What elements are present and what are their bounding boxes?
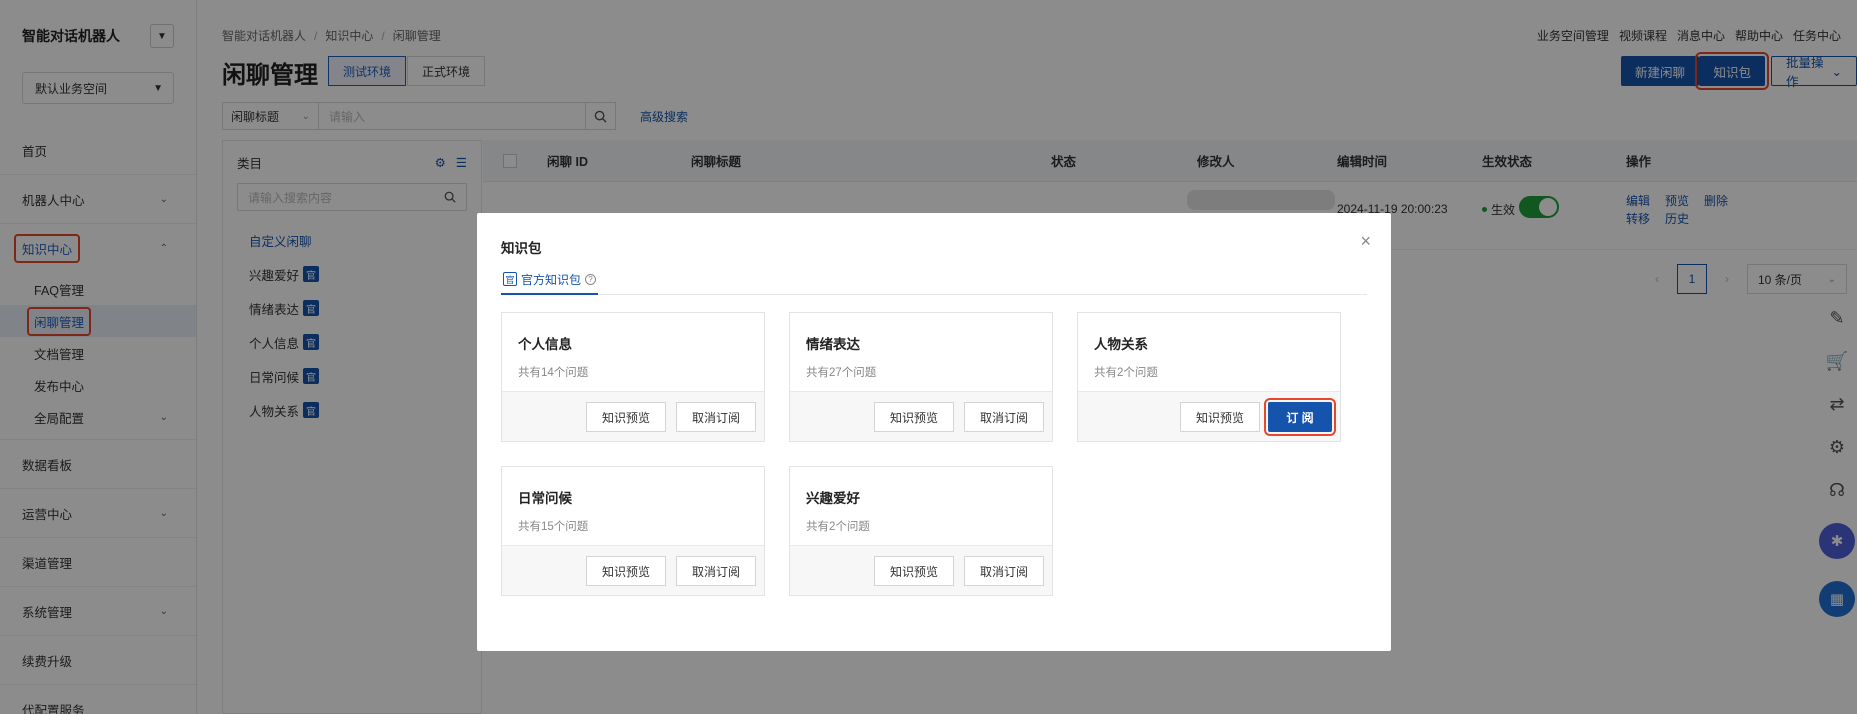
card-footer: 知识预览 取消订阅	[502, 545, 764, 595]
unsubscribe-button[interactable]: 取消订阅	[676, 402, 756, 432]
pack-count: 共有27个问题	[806, 367, 877, 379]
subscribe-button[interactable]: 订 阅	[1264, 398, 1336, 436]
pack-title: 日常问候	[518, 491, 572, 506]
preview-button[interactable]: 知识预览	[1180, 402, 1260, 432]
preview-button[interactable]: 知识预览	[586, 402, 666, 432]
knowledge-pack-card: 日常问候 共有15个问题 知识预览 取消订阅	[501, 466, 765, 596]
card-footer: 知识预览 订 阅	[1078, 391, 1340, 441]
knowledge-pack-card: 人物关系 共有2个问题 知识预览 订 阅	[1077, 312, 1341, 442]
knowledge-pack-card: 兴趣爱好 共有2个问题 知识预览 取消订阅	[789, 466, 1053, 596]
knowledge-pack-modal: 知识包 × 官 官方知识包 ? 个人信息 共有14个问题 知识预览 取消订阅 情…	[477, 213, 1391, 651]
pack-count: 共有14个问题	[518, 367, 589, 379]
pack-title: 兴趣爱好	[806, 491, 860, 506]
pack-title: 人物关系	[1094, 337, 1148, 352]
close-icon[interactable]: ×	[1360, 231, 1371, 252]
pack-count: 共有2个问题	[1094, 367, 1158, 379]
preview-button[interactable]: 知识预览	[874, 556, 954, 586]
modal-tabs: 官 官方知识包 ?	[501, 265, 1367, 295]
knowledge-pack-card: 情绪表达 共有27个问题 知识预览 取消订阅	[789, 312, 1053, 442]
card-footer: 知识预览 取消订阅	[502, 391, 764, 441]
card-footer: 知识预览 取消订阅	[790, 391, 1052, 441]
pack-title: 个人信息	[518, 337, 572, 352]
card-footer: 知识预览 取消订阅	[790, 545, 1052, 595]
tab-official-packs[interactable]: 官 官方知识包 ?	[501, 265, 599, 295]
knowledge-pack-card: 个人信息 共有14个问题 知识预览 取消订阅	[501, 312, 765, 442]
unsubscribe-button[interactable]: 取消订阅	[964, 556, 1044, 586]
unsubscribe-button[interactable]: 取消订阅	[676, 556, 756, 586]
modal-title: 知识包	[501, 241, 542, 256]
preview-button[interactable]: 知识预览	[586, 556, 666, 586]
pack-title: 情绪表达	[806, 337, 860, 352]
unsubscribe-button[interactable]: 取消订阅	[964, 402, 1044, 432]
preview-button[interactable]: 知识预览	[874, 402, 954, 432]
help-icon[interactable]: ?	[585, 273, 597, 285]
pack-count: 共有15个问题	[518, 521, 589, 533]
official-tab-icon: 官	[503, 272, 517, 286]
pack-count: 共有2个问题	[806, 521, 870, 533]
